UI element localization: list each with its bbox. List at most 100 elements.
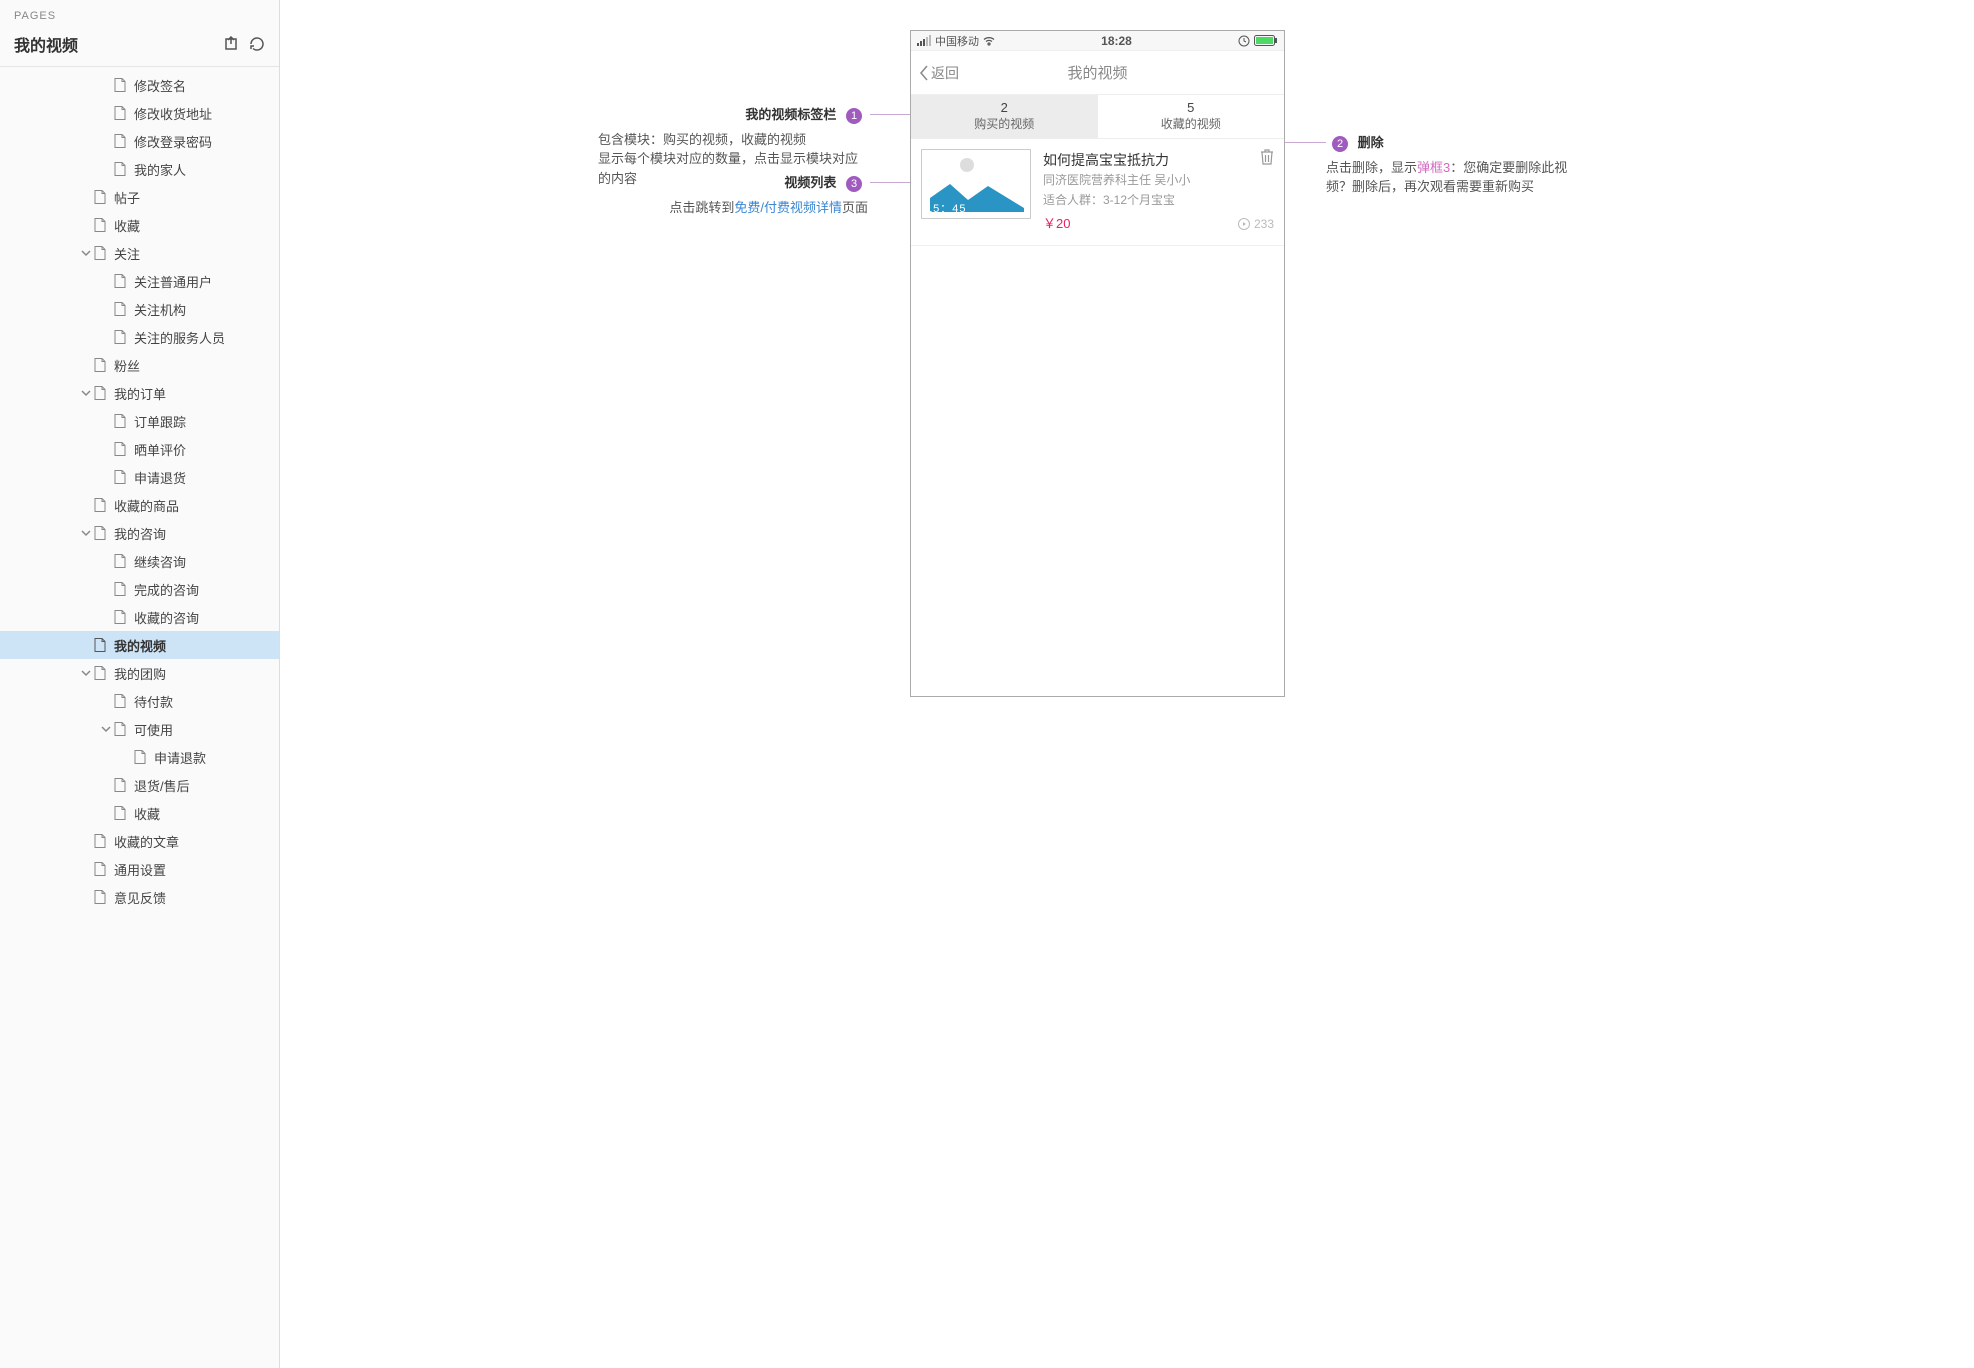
tree-item-label: 我的咨询 bbox=[114, 524, 166, 543]
tree-item-label: 收藏 bbox=[134, 804, 160, 823]
tree-item-label: 申请退款 bbox=[154, 748, 206, 767]
tree-item[interactable]: 收藏 bbox=[0, 799, 279, 827]
export-icon[interactable] bbox=[223, 36, 239, 52]
tree-item-label: 关注机构 bbox=[134, 300, 186, 319]
video-duration: 15：45 bbox=[926, 200, 966, 216]
sidebar-title: 我的视频 bbox=[14, 32, 78, 56]
tree-item[interactable]: 收藏的咨询 bbox=[0, 603, 279, 631]
tree-item[interactable]: 我的团购 bbox=[0, 659, 279, 687]
tree-item[interactable]: 可使用 bbox=[0, 715, 279, 743]
tree-item-label: 申请退货 bbox=[134, 468, 186, 487]
video-price: ￥20 bbox=[1043, 214, 1070, 235]
tree-item-label: 继续咨询 bbox=[134, 552, 186, 571]
annotation-1-title: 我的视频标签栏 bbox=[745, 104, 836, 123]
tree-item[interactable]: 我的订单 bbox=[0, 379, 279, 407]
tree-item-label: 我的团购 bbox=[114, 664, 166, 683]
tree-item[interactable]: 修改收货地址 bbox=[0, 99, 279, 127]
tree-item[interactable]: 我的咨询 bbox=[0, 519, 279, 547]
battery-icon bbox=[1254, 35, 1278, 46]
tree-item[interactable]: 通用设置 bbox=[0, 855, 279, 883]
annotation-1-desc-1: 包含模块：购买的视频，收藏的视频 bbox=[598, 130, 868, 150]
tree-item-label: 修改收货地址 bbox=[134, 104, 212, 123]
annotation-2: 2 删除 点击删除，显示弹框3：您确定要删除此视频？删除后，再次观看需要重新购买 bbox=[1326, 132, 1586, 197]
tab-purchased-label: 购买的视频 bbox=[974, 117, 1034, 133]
signal-icon bbox=[917, 36, 931, 46]
tab-purchased-count: 2 bbox=[1001, 100, 1008, 117]
annotation-3-desc-suffix: 页面 bbox=[842, 200, 868, 215]
refresh-icon[interactable] bbox=[249, 36, 265, 52]
tree-item[interactable]: 晒单评价 bbox=[0, 435, 279, 463]
video-plays: 233 bbox=[1238, 215, 1274, 234]
tree-item[interactable]: 申请退款 bbox=[0, 743, 279, 771]
tree-item[interactable]: 粉丝 bbox=[0, 351, 279, 379]
tree-item[interactable]: 退货/售后 bbox=[0, 771, 279, 799]
alarm-icon bbox=[1238, 35, 1250, 47]
tab-favorited[interactable]: 5 收藏的视频 bbox=[1098, 95, 1285, 138]
tree-item[interactable]: 修改登录密码 bbox=[0, 127, 279, 155]
annotation-3: 视频列表 3 点击跳转到免费/付费视频详情页面 bbox=[618, 172, 868, 217]
tree-item[interactable]: 帖子 bbox=[0, 183, 279, 211]
annotation-line-1 bbox=[870, 114, 910, 115]
tree-item[interactable]: 关注 bbox=[0, 239, 279, 267]
tree-item-label: 待付款 bbox=[134, 692, 173, 711]
tree-item[interactable]: 我的视频 bbox=[0, 631, 279, 659]
tree-item[interactable]: 待付款 bbox=[0, 687, 279, 715]
tree-item-label: 退货/售后 bbox=[134, 776, 190, 795]
video-audience: 适合人群：3-12个月宝宝 bbox=[1043, 191, 1274, 210]
tree-item-label: 完成的咨询 bbox=[134, 580, 199, 599]
tree-item-label: 修改签名 bbox=[134, 76, 186, 95]
tree-item[interactable]: 关注机构 bbox=[0, 295, 279, 323]
video-list: 15：45 如何提高宝宝抵抗力 同济医院营养科主任 吴小小 适合人群：3-12个… bbox=[911, 139, 1284, 246]
play-count-icon bbox=[1238, 218, 1250, 230]
tree-item-label: 收藏的商品 bbox=[114, 496, 179, 515]
page-tree[interactable]: 修改签名修改收货地址修改登录密码我的家人帖子收藏关注关注普通用户关注机构关注的服… bbox=[0, 67, 279, 1368]
trash-icon[interactable] bbox=[1260, 149, 1274, 165]
tree-item[interactable]: 订单跟踪 bbox=[0, 407, 279, 435]
tree-item[interactable]: 关注普通用户 bbox=[0, 267, 279, 295]
back-button[interactable]: 返回 bbox=[919, 63, 959, 83]
tab-purchased[interactable]: 2 购买的视频 bbox=[911, 95, 1098, 138]
annotation-2-desc-link[interactable]: 弹框3 bbox=[1417, 160, 1450, 175]
tree-item-label: 关注 bbox=[114, 244, 140, 263]
annotation-line-2 bbox=[1280, 142, 1326, 143]
annotation-3-desc-prefix: 点击跳转到 bbox=[669, 200, 734, 215]
annotation-2-desc-prefix: 点击删除，显示 bbox=[1326, 160, 1417, 175]
canvas: 我的视频标签栏 1 包含模块：购买的视频，收藏的视频 显示每个模块对应的数量，点… bbox=[280, 0, 1974, 1368]
tree-item[interactable]: 收藏的商品 bbox=[0, 491, 279, 519]
annotation-3-title: 视频列表 bbox=[784, 172, 836, 191]
tree-item[interactable]: 我的家人 bbox=[0, 155, 279, 183]
sidebar-section-label: PAGES bbox=[14, 10, 265, 22]
tree-item[interactable]: 申请退货 bbox=[0, 463, 279, 491]
sidebar: PAGES 我的视频 修改签名修改收货地址修改登录密码我的家人帖子收藏关注关注普… bbox=[0, 0, 280, 1368]
tree-item[interactable]: 修改签名 bbox=[0, 71, 279, 99]
tree-item-label: 修改登录密码 bbox=[134, 132, 212, 151]
annotation-line-3 bbox=[870, 182, 910, 183]
annotation-3-desc-link[interactable]: 免费/付费视频详情 bbox=[734, 200, 842, 215]
tree-item-label: 粉丝 bbox=[114, 356, 140, 375]
annotation-marker-1: 1 bbox=[846, 108, 862, 124]
tree-item[interactable]: 继续咨询 bbox=[0, 547, 279, 575]
tab-favorited-label: 收藏的视频 bbox=[1161, 117, 1221, 133]
video-author: 同济医院营养科主任 吴小小 bbox=[1043, 171, 1274, 190]
tree-item-label: 订单跟踪 bbox=[134, 412, 186, 431]
tree-item[interactable]: 意见反馈 bbox=[0, 883, 279, 911]
statusbar-time: 18:28 bbox=[1101, 34, 1132, 48]
video-item[interactable]: 15：45 如何提高宝宝抵抗力 同济医院营养科主任 吴小小 适合人群：3-12个… bbox=[911, 139, 1284, 246]
carrier-label: 中国移动 bbox=[935, 33, 979, 49]
tree-item[interactable]: 收藏的文章 bbox=[0, 827, 279, 855]
chevron-left-icon bbox=[919, 65, 929, 81]
tree-item[interactable]: 收藏 bbox=[0, 211, 279, 239]
tree-item-label: 关注普通用户 bbox=[134, 272, 212, 291]
tree-item-label: 收藏 bbox=[114, 216, 140, 235]
tree-item[interactable]: 完成的咨询 bbox=[0, 575, 279, 603]
status-bar: 中国移动 18:28 bbox=[911, 31, 1284, 51]
navbar: 返回 我的视频 bbox=[911, 51, 1284, 95]
annotation-marker-3: 3 bbox=[846, 176, 862, 192]
back-label: 返回 bbox=[931, 63, 959, 83]
tree-item-label: 通用设置 bbox=[114, 860, 166, 879]
tree-item[interactable]: 关注的服务人员 bbox=[0, 323, 279, 351]
tree-item-label: 帖子 bbox=[114, 188, 140, 207]
tree-item-label: 我的家人 bbox=[134, 160, 186, 179]
annotation-2-title: 删除 bbox=[1358, 132, 1384, 151]
annotation-marker-2: 2 bbox=[1332, 136, 1348, 152]
